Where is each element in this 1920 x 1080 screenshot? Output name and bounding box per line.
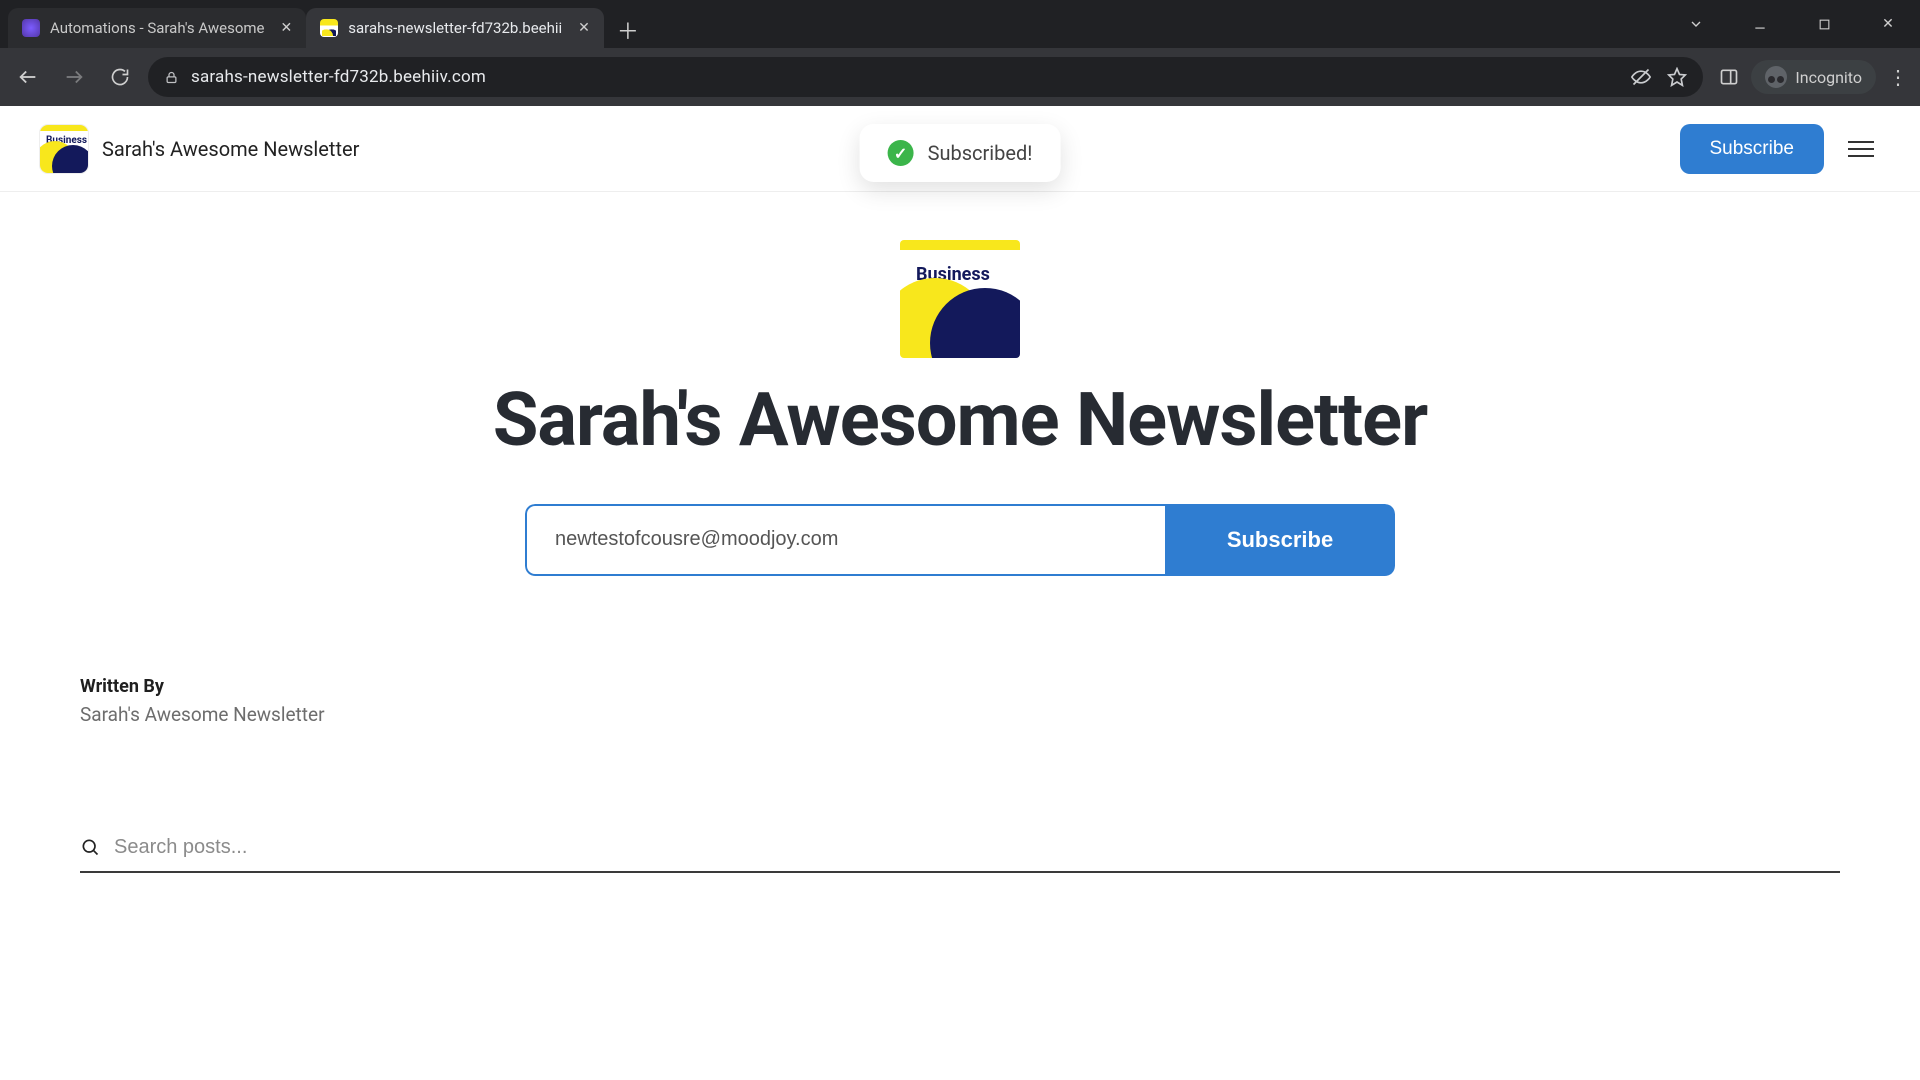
eye-off-icon[interactable] [1631, 67, 1651, 87]
page-title: Sarah's Awesome Newsletter [493, 382, 1427, 460]
toast-subscribed: ✓ Subscribed! [860, 124, 1061, 182]
hero: Business Sarah's Awesome Newsletter Subs… [0, 192, 1920, 616]
window-controls: ✕ [1664, 0, 1920, 48]
reload-button[interactable] [102, 59, 138, 95]
side-panel-icon[interactable] [1719, 67, 1739, 87]
tab-favicon-icon [22, 19, 40, 37]
hero-logo-icon: Business [900, 240, 1020, 358]
search-icon [80, 837, 100, 857]
browser-menu-button[interactable]: ⋮ [1888, 65, 1910, 89]
written-by-value: Sarah's Awesome Newsletter [80, 703, 1840, 726]
menu-icon[interactable] [1842, 135, 1880, 163]
url-text: sarahs-newsletter-fd732b.beehiiv.com [191, 67, 1619, 87]
new-tab-button[interactable]: ＋ [610, 12, 646, 48]
site-header: Business Sarah's Awesome Newsletter ✓ Su… [0, 106, 1920, 192]
forward-button[interactable] [56, 59, 92, 95]
close-window-icon[interactable]: ✕ [1868, 4, 1908, 44]
maximize-icon[interactable] [1804, 4, 1844, 44]
check-circle-icon: ✓ [888, 140, 914, 166]
search-posts [80, 836, 1840, 873]
written-by-label: Written By [80, 676, 1840, 697]
close-icon[interactable]: ✕ [572, 20, 590, 36]
browser-tab[interactable]: Automations - Sarah's Awesome ✕ [8, 8, 306, 48]
subscribe-button[interactable]: Subscribe [1165, 504, 1395, 576]
tab-title: sarahs-newsletter-fd732b.beehii [348, 19, 562, 37]
close-icon[interactable]: ✕ [275, 20, 293, 36]
url-bar[interactable]: sarahs-newsletter-fd732b.beehiiv.com [148, 57, 1703, 97]
browser-tab-strip: Automations - Sarah's Awesome ✕ sarahs-n… [0, 0, 1920, 48]
incognito-indicator[interactable]: Incognito [1751, 60, 1876, 94]
minimize-icon[interactable] [1740, 4, 1780, 44]
chevron-down-icon[interactable] [1676, 4, 1716, 44]
written-by: Written By Sarah's Awesome Newsletter [0, 616, 1920, 726]
incognito-icon [1765, 66, 1787, 88]
incognito-label: Incognito [1795, 68, 1862, 87]
tab-title: Automations - Sarah's Awesome [50, 19, 265, 37]
browser-toolbar: sarahs-newsletter-fd732b.beehiiv.com Inc… [0, 48, 1920, 106]
browser-tab[interactable]: sarahs-newsletter-fd732b.beehii ✕ [306, 8, 604, 48]
email-input[interactable] [525, 504, 1165, 576]
subscribe-button-header[interactable]: Subscribe [1680, 124, 1825, 174]
subscribe-form: Subscribe [525, 504, 1395, 576]
brand-name: Sarah's Awesome Newsletter [102, 137, 359, 161]
tab-favicon-icon [320, 19, 338, 37]
brand-logo-icon: Business [40, 125, 88, 173]
page-viewport: Business Sarah's Awesome Newsletter ✓ Su… [0, 106, 1920, 1080]
star-icon[interactable] [1667, 67, 1687, 87]
search-input[interactable] [114, 836, 1840, 859]
brand[interactable]: Business Sarah's Awesome Newsletter [40, 125, 359, 173]
toast-message: Subscribed! [928, 141, 1033, 165]
back-button[interactable] [10, 59, 46, 95]
lock-icon [164, 70, 179, 85]
